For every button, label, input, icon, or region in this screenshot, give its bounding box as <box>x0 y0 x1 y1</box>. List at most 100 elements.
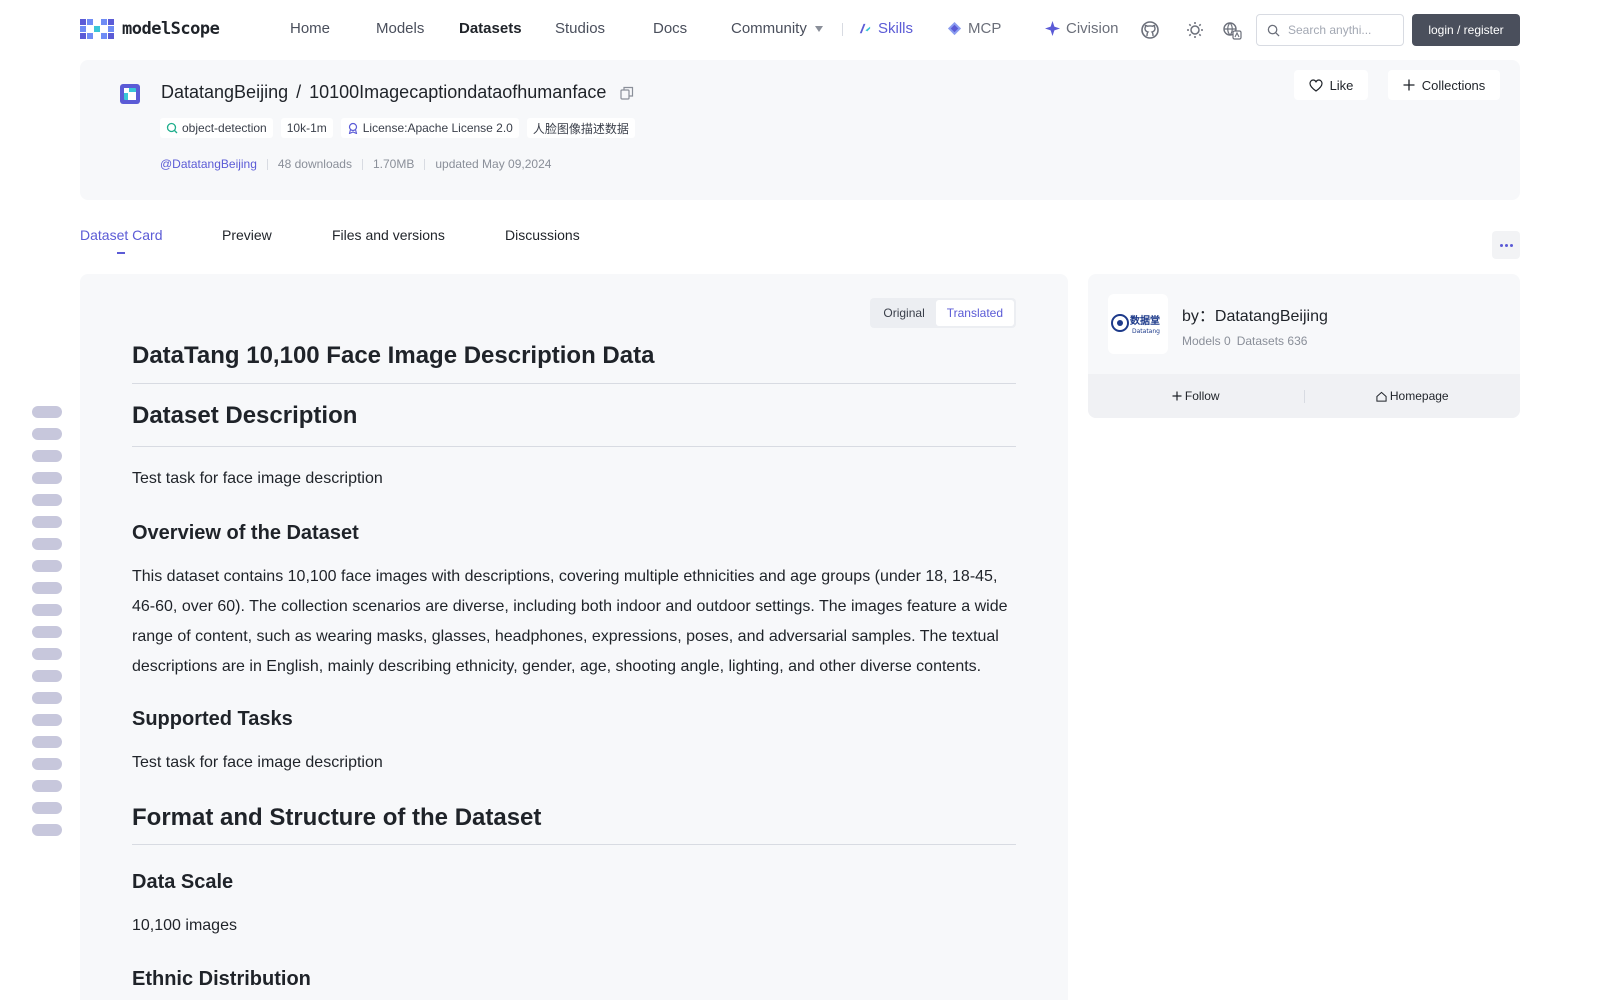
chevron-down-icon <box>814 26 823 33</box>
language-icon[interactable] <box>1222 20 1242 40</box>
theme-sun-icon[interactable] <box>1185 20 1205 40</box>
copy-icon[interactable] <box>620 86 634 100</box>
tab-files-and-versions[interactable]: Files and versions <box>332 227 445 243</box>
readme-title: DataTang 10,100 Face Image Description D… <box>132 342 655 369</box>
nav-community[interactable]: Community <box>731 20 823 37</box>
heart-icon <box>1308 78 1323 92</box>
toc-marker[interactable] <box>32 538 62 550</box>
file-size: 1.70MB <box>372 157 415 171</box>
author-handle-link[interactable]: @DatatangBeijing <box>160 157 257 171</box>
nav-civision[interactable]: Civision <box>1045 20 1119 37</box>
toc-marker[interactable] <box>32 494 62 506</box>
like-button[interactable]: Like <box>1294 70 1368 100</box>
author-datasets-count: Datasets 636 <box>1236 334 1308 348</box>
tab-discussions[interactable]: Discussions <box>505 227 580 243</box>
top-navigation: modelScope Home Models Datasets Studios … <box>0 0 1600 58</box>
more-dot-icon <box>1509 243 1513 247</box>
dataset-title: DatatangBeijing / 10100Imagecaptiondatao… <box>161 82 634 103</box>
author-logo[interactable]: 数据堂 Datatang <box>1108 294 1168 354</box>
nav-datasets[interactable]: Datasets <box>459 20 522 37</box>
dataset-tags: object-detection 10k-1m License:Apache L… <box>160 118 635 138</box>
toc-marker[interactable] <box>32 516 62 528</box>
nav-models[interactable]: Models <box>376 20 424 37</box>
homepage-button[interactable]: Homepage <box>1305 374 1521 418</box>
section-paragraph: Test task for face image description <box>132 754 383 771</box>
title-separator: / <box>296 82 302 102</box>
nav-mcp[interactable]: MCP <box>947 20 1001 37</box>
tag-size[interactable]: 10k-1m <box>280 118 333 138</box>
download-count: 48 downloads <box>277 157 352 171</box>
dataset-owner-link[interactable]: DatatangBeijing <box>161 82 288 103</box>
mcp-icon <box>947 21 962 36</box>
more-dot-icon <box>1504 243 1508 247</box>
login-register-button[interactable]: login / register <box>1412 14 1520 46</box>
search-input[interactable] <box>1288 23 1398 37</box>
toc-marker[interactable] <box>32 736 62 748</box>
logo-text: modelScope <box>122 19 220 39</box>
nav-skills-label: Skills <box>878 20 914 37</box>
subsection-heading: Supported Tasks <box>132 708 293 730</box>
like-label: Like <box>1329 77 1354 93</box>
translated-toggle-button[interactable]: Translated <box>935 300 1014 326</box>
toc-marker[interactable] <box>32 472 62 484</box>
section-paragraph: This dataset contains 10,100 face images… <box>132 568 1008 675</box>
homepage-label: Homepage <box>1389 389 1449 403</box>
dataset-avatar-icon <box>120 84 140 104</box>
search-icon <box>1267 24 1280 37</box>
collections-button[interactable]: Collections <box>1388 70 1500 100</box>
subsection-heading: Overview of the Dataset <box>132 522 359 544</box>
tag-task[interactable]: object-detection <box>160 118 273 138</box>
toc-marker[interactable] <box>32 802 62 814</box>
plus-icon <box>1403 79 1415 91</box>
tab-preview[interactable]: Preview <box>222 227 272 243</box>
toc-marker[interactable] <box>32 560 62 572</box>
toc-marker[interactable] <box>32 780 62 792</box>
toc-marker[interactable] <box>32 670 62 682</box>
tag-license-label: License:Apache License 2.0 <box>362 121 513 135</box>
updated-date: updated May 09,2024 <box>435 157 552 171</box>
nav-home[interactable]: Home <box>290 20 330 37</box>
subsection-heading: Data Scale <box>132 871 234 893</box>
datatang-logo-icon: 数据堂 Datatang <box>1111 314 1160 335</box>
more-dot-icon <box>1499 243 1503 247</box>
nav-community-label: Community <box>731 20 807 37</box>
modelscope-logo[interactable]: modelScope <box>80 19 220 39</box>
more-options-button[interactable] <box>1492 231 1520 259</box>
toc-marker[interactable] <box>32 648 62 660</box>
toc-marker[interactable] <box>32 758 62 770</box>
follow-button[interactable]: Follow <box>1088 374 1304 418</box>
author-stats: Models 0 Datasets 636 <box>1182 334 1307 348</box>
toc-marker[interactable] <box>32 450 62 462</box>
toc-marker[interactable] <box>32 604 62 616</box>
tab-dataset-card[interactable]: Dataset Card <box>80 227 162 243</box>
toc-scroll-rail[interactable] <box>32 406 62 846</box>
tag-chinese-name[interactable]: 人脸图像描述数据 <box>526 118 635 138</box>
toc-marker[interactable] <box>32 714 62 726</box>
meta-divider <box>361 158 363 170</box>
toc-marker[interactable] <box>32 626 62 638</box>
github-icon[interactable] <box>1140 20 1160 40</box>
nav-skills[interactable]: Skills <box>857 20 913 37</box>
heading-rule <box>132 844 1016 845</box>
logo-sub-text: Datatang <box>1132 328 1160 335</box>
nav-mcp-label: MCP <box>968 20 1002 37</box>
nav-docs[interactable]: Docs <box>653 20 687 37</box>
toc-marker[interactable] <box>32 582 62 594</box>
heading-rule <box>132 446 1016 447</box>
tag-license[interactable]: License:Apache License 2.0 <box>340 118 519 138</box>
author-name[interactable]: by：DatatangBeijing <box>1182 302 1328 326</box>
logo-chinese-text: 数据堂 <box>1130 314 1160 327</box>
home-icon <box>1376 391 1387 402</box>
collections-label: Collections <box>1421 77 1486 93</box>
original-toggle-button[interactable]: Original <box>872 300 935 326</box>
license-badge-icon <box>348 122 357 134</box>
section-heading: Format and Structure of the Dataset <box>132 804 542 831</box>
nav-divider <box>842 23 843 36</box>
toc-marker[interactable] <box>32 406 62 418</box>
search-box[interactable] <box>1256 14 1404 46</box>
plus-icon <box>1172 391 1182 401</box>
toc-marker[interactable] <box>32 428 62 440</box>
toc-marker[interactable] <box>32 824 62 836</box>
nav-studios[interactable]: Studios <box>555 20 605 37</box>
toc-marker[interactable] <box>32 692 62 704</box>
